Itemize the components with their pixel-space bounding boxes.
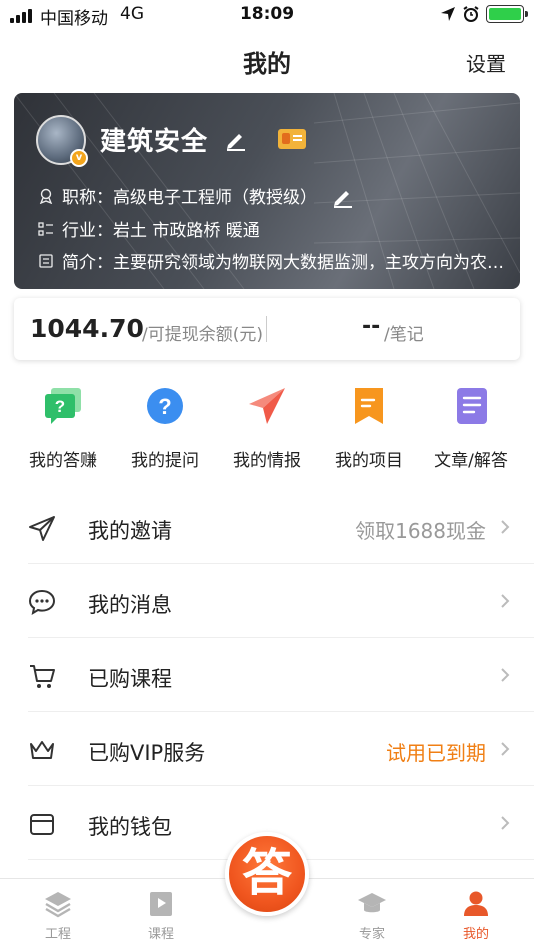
message-icon [28, 589, 56, 616]
id-card-icon[interactable] [278, 129, 306, 149]
menu-label: 已购VIP服务 [88, 741, 206, 765]
tab-label: 专家 [358, 927, 385, 942]
graduation-cap-icon [358, 893, 386, 913]
tab-label: 工程 [44, 927, 71, 942]
action-label: 我的提问 [131, 451, 199, 471]
chevron-right-icon [501, 668, 510, 682]
notes-label: /笔记 [384, 325, 424, 345]
list-icon [38, 221, 53, 236]
chevron-right-icon [501, 594, 510, 608]
wallet-icon [30, 814, 54, 835]
edit-title-icon[interactable] [331, 184, 355, 208]
menu-item-messages[interactable]: 我的消息 [28, 564, 534, 638]
balance-card[interactable]: 1044.70 /可提现余额(元) -- /笔记 [14, 298, 520, 360]
menu-label: 我的钱包 [88, 815, 172, 839]
nav-bar: 我的 设置 [0, 30, 534, 92]
profile-industry-row: 行业： 岩土 市政路桥 暖通 [38, 216, 260, 241]
cart-icon [30, 665, 55, 688]
tab-label: 我的 [462, 927, 489, 942]
quick-actions: ? 我的答赚 ? 我的提问 我的情报 我的项目 文章/解答 [0, 384, 534, 474]
answer-center-button[interactable]: 答 [225, 832, 309, 916]
menu-list: 我的邀请 领取1688现金 我的消息 已购课程 已购VIP服务 试用已到期 我的… [0, 490, 534, 860]
tab-experts[interactable]: 专家 [332, 889, 412, 942]
edit-name-icon[interactable] [224, 127, 248, 151]
menu-label: 已购课程 [88, 667, 172, 691]
action-label: 我的情报 [233, 451, 301, 471]
battery-icon [486, 5, 528, 23]
intro-icon [39, 253, 53, 268]
action-articles[interactable]: 文章/解答 [418, 384, 524, 471]
settings-button[interactable]: 设置 [466, 48, 506, 77]
send-icon [29, 516, 55, 541]
action-my-questions[interactable]: ? 我的提问 [112, 384, 218, 471]
action-my-intel[interactable]: 我的情报 [214, 384, 320, 471]
award-icon [39, 188, 53, 204]
action-label: 我的项目 [335, 451, 403, 471]
balance-label: /可提现余额(元) [142, 325, 263, 345]
question-circle-icon: ? [147, 388, 183, 424]
action-label: 我的答赚 [29, 451, 97, 471]
balance-divider [266, 316, 267, 342]
verified-badge: v [70, 149, 88, 167]
tab-courses[interactable]: 课程 [121, 889, 201, 942]
title-value: 高级电子工程师（教授级） [113, 188, 317, 208]
menu-item-invite[interactable]: 我的邀请 领取1688现金 [28, 490, 534, 564]
action-label: 文章/解答 [434, 451, 508, 471]
status-bar: 中国移动 4G 18:09 [0, 0, 534, 30]
profile-name: 建筑安全 [100, 127, 209, 157]
intro-label: 简介： [62, 253, 113, 273]
action-my-projects[interactable]: 我的项目 [316, 384, 422, 471]
notes-count: -- [362, 314, 381, 339]
chevron-right-icon [501, 816, 510, 830]
play-book-icon [150, 892, 172, 916]
action-my-earnings[interactable]: ? 我的答赚 [10, 384, 116, 471]
tab-projects[interactable]: 工程 [18, 889, 98, 942]
industry-label: 行业： [62, 221, 113, 241]
menu-value: 领取1688现金 [355, 519, 486, 543]
tab-label: 课程 [147, 927, 174, 942]
menu-item-vip[interactable]: 已购VIP服务 试用已到期 [28, 712, 534, 786]
profile-card[interactable]: v 建筑安全 职称： 高级电子工程师（教授级） 行业： 岩土 市政路桥 暖通 简… [14, 93, 520, 289]
balance-amount: 1044.70 [30, 314, 144, 343]
svg-text:?: ? [158, 394, 171, 419]
bookmark-icon [355, 388, 383, 424]
menu-item-courses[interactable]: 已购课程 [28, 638, 534, 712]
profile-intro-row: 简介： 主要研究领域为物联网大数据监测，主攻方向为农… [38, 248, 504, 273]
svg-text:?: ? [55, 397, 65, 416]
menu-label: 我的消息 [88, 593, 172, 617]
crown-icon [30, 741, 54, 759]
profile-title-row: 职称： 高级电子工程师（教授级） [38, 183, 355, 208]
layers-icon [45, 892, 71, 918]
menu-value: 试用已到期 [386, 741, 486, 765]
tab-mine[interactable]: 我的 [436, 889, 516, 942]
intro-value: 主要研究领域为物联网大数据监测，主攻方向为农… [113, 253, 504, 273]
alarm-icon [463, 6, 479, 22]
menu-label: 我的邀请 [88, 519, 172, 543]
document-icon [457, 388, 487, 424]
location-icon [441, 7, 455, 21]
chat-question-icon: ? [45, 388, 81, 424]
paper-plane-icon [249, 388, 285, 424]
chevron-right-icon [501, 520, 510, 534]
title-label: 职称： [62, 188, 113, 208]
page-title: 我的 [243, 50, 291, 78]
person-icon [464, 891, 488, 916]
industry-value: 岩土 市政路桥 暖通 [113, 221, 260, 241]
chevron-right-icon [501, 742, 510, 756]
